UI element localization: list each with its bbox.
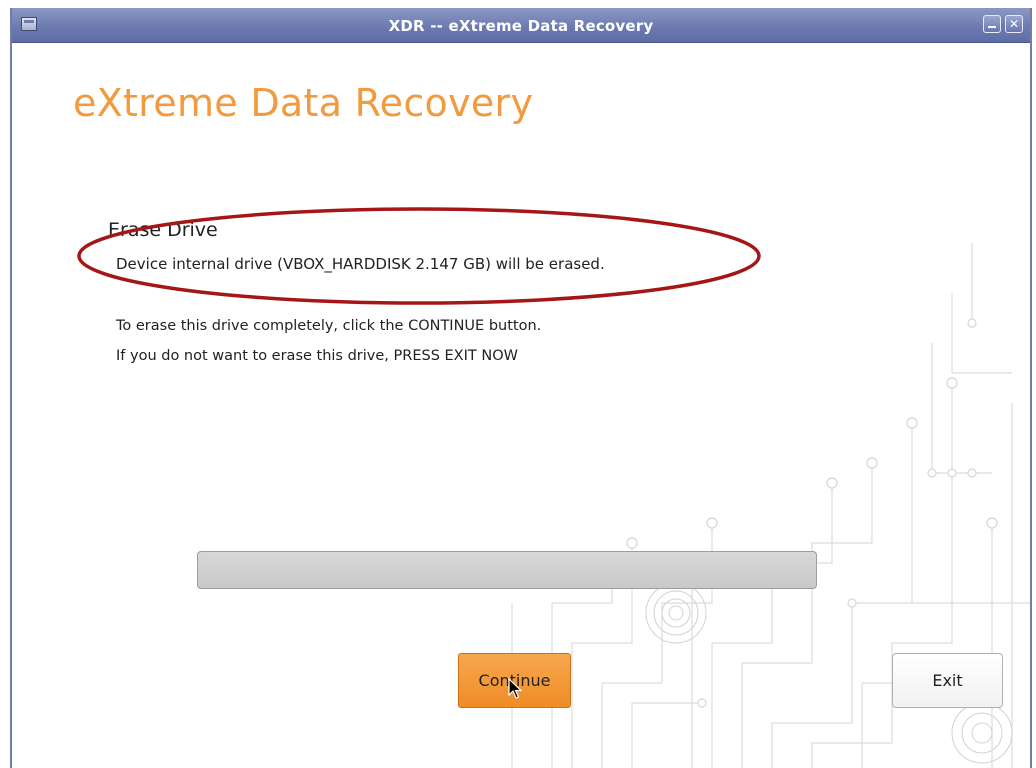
erase-progress-bar bbox=[197, 551, 817, 589]
exit-button-label: Exit bbox=[932, 671, 963, 690]
erase-instruction-exit: If you do not want to erase this drive, … bbox=[116, 348, 518, 364]
minimize-icon[interactable] bbox=[983, 15, 1001, 33]
title-bar[interactable]: XDR -- eXtreme Data Recovery ✕ bbox=[12, 8, 1030, 43]
exit-button[interactable]: Exit bbox=[892, 653, 1003, 708]
erase-instruction-continue: To erase this drive completely, click th… bbox=[116, 318, 542, 334]
app-heading: eXtreme Data Recovery bbox=[73, 81, 534, 125]
main-content: eXtreme Data Recovery Erase Drive Device… bbox=[12, 43, 1030, 768]
app-window: XDR -- eXtreme Data Recovery ✕ eXtreme D… bbox=[10, 8, 1032, 768]
annotation-ellipse bbox=[77, 207, 761, 305]
close-icon[interactable]: ✕ bbox=[1005, 15, 1023, 33]
mouse-pointer-icon bbox=[508, 678, 522, 699]
window-title: XDR -- eXtreme Data Recovery bbox=[388, 17, 654, 35]
